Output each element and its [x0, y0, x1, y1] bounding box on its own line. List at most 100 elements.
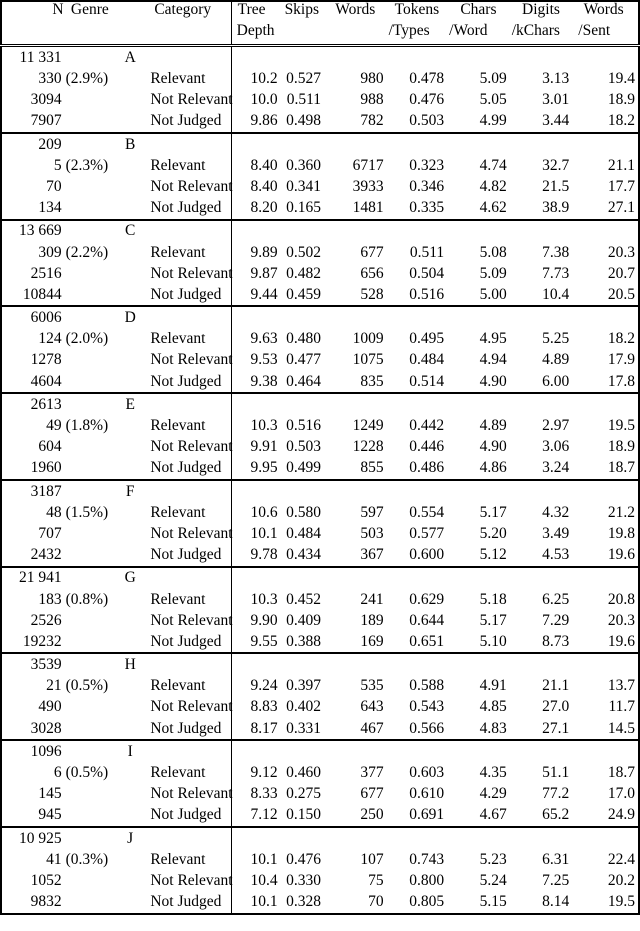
group-total-pct	[63, 825, 117, 849]
genre-group-header-row: 2613 E	[1, 391, 639, 416]
row-words-sent: 17.8	[607, 372, 635, 390]
group-total-n: 11 331	[19, 48, 62, 66]
row-category: Not Judged	[144, 891, 232, 914]
row-words-sent: 19.8	[607, 524, 635, 542]
row-skips: 0.480	[286, 330, 321, 348]
row-genre-empty	[116, 436, 144, 457]
row-tokens-types: 0.577	[409, 524, 445, 542]
row-chars-word: 4.82	[479, 177, 507, 195]
row-skips: 0.402	[286, 698, 321, 716]
row-words-sent: 22.4	[607, 850, 635, 868]
row-digits-kchars: 7.73	[542, 264, 570, 282]
row-skips: 0.434	[286, 546, 321, 564]
group-chars-word	[447, 305, 510, 329]
row-tokens-types: 0.554	[409, 503, 445, 521]
row-category: Not Relevant	[144, 609, 233, 632]
group-words	[324, 478, 387, 502]
group-digits-kchars	[509, 131, 573, 155]
group-category-empty	[144, 391, 232, 416]
row-genre-empty	[116, 89, 144, 110]
row-words-sent: 17.7	[607, 177, 635, 195]
group-words	[324, 391, 387, 416]
group-total-n: 3187	[1, 478, 64, 502]
row-chars-word: 5.05	[479, 91, 507, 109]
group-category-empty	[144, 652, 232, 676]
row-tokens-types: 0.503	[409, 112, 445, 130]
row-n: 70	[46, 177, 62, 195]
row-tree-depth: 10.1	[250, 850, 278, 868]
row-words-sent: 18.9	[607, 438, 635, 456]
genre-group-header-row: 3187 F	[1, 478, 639, 502]
row-category: Not Judged	[144, 197, 232, 220]
group-category-empty	[144, 825, 232, 849]
group-words-sent	[572, 478, 639, 502]
row-skips: 0.476	[286, 850, 321, 868]
row-digits-kchars: 21.5	[542, 177, 570, 195]
row-genre-empty	[116, 675, 144, 696]
row-genre-empty	[116, 197, 144, 219]
row-digits-kchars: 77.2	[542, 785, 570, 803]
row-digits-kchars: 7.38	[542, 243, 570, 261]
group-digits-kchars	[509, 478, 573, 502]
row-words-sent: 19.5	[607, 893, 635, 911]
row-skips: 0.460	[286, 764, 321, 782]
row-tree-depth: 10.1	[250, 524, 278, 542]
group-total-n: 1096	[1, 738, 64, 763]
row-words-sent: 18.2	[607, 330, 635, 348]
header-n: N	[52, 1, 64, 18]
group-tree-depth	[231, 305, 280, 329]
group-skips	[280, 46, 324, 69]
row-genre-empty	[116, 284, 144, 306]
row-genre-empty	[116, 111, 144, 133]
group-digits-kchars	[509, 391, 573, 416]
row-words-sent: 21.1	[607, 156, 635, 174]
row-digits-kchars: 3.49	[542, 524, 570, 542]
row-tree-depth: 10.1	[250, 893, 278, 911]
row-digits-kchars: 3.13	[542, 70, 570, 88]
table-row: 49 (1.8%) Relevant 10.3 0.516 1249 0.442 4.89 2.…	[1, 415, 639, 437]
group-digits-kchars	[510, 46, 573, 69]
row-n: 1960	[30, 459, 62, 477]
row-tree-depth: 9.55	[250, 632, 278, 650]
row-chars-word: 4.62	[479, 199, 507, 217]
row-words: 1009	[352, 330, 384, 348]
row-genre-empty	[116, 523, 144, 544]
group-tree-depth	[231, 565, 280, 589]
row-genre-empty	[116, 849, 144, 870]
group-total-n: 13 669	[1, 218, 64, 242]
row-tree-depth: 9.44	[250, 285, 278, 303]
group-words-sent	[572, 131, 639, 155]
row-n: 49	[46, 417, 62, 435]
row-category: Relevant	[144, 415, 232, 437]
row-digits-kchars: 7.29	[542, 611, 570, 629]
row-digits-kchars: 8.73	[542, 632, 570, 650]
row-words: 189	[360, 611, 384, 629]
row-pct: (2.3%)	[65, 156, 109, 174]
group-tokens-types	[386, 131, 448, 155]
group-skips	[279, 478, 324, 502]
row-skips: 0.511	[286, 91, 321, 109]
row-digits-kchars: 6.25	[542, 590, 570, 608]
group-tokens-types	[386, 565, 448, 589]
row-n: 3028	[30, 719, 62, 737]
table-row: 21 (0.5%) Relevant 9.24 0.397 535 0.588 4.91 21.…	[1, 675, 639, 697]
group-category-empty	[144, 218, 232, 242]
group-chars-word	[447, 218, 510, 242]
row-digits-kchars: 4.53	[542, 546, 570, 564]
row-pct	[64, 610, 116, 631]
row-skips: 0.503	[286, 438, 321, 456]
row-pct	[64, 523, 116, 544]
row-digits-kchars: 6.31	[542, 850, 570, 868]
row-pct	[64, 783, 116, 804]
row-words: 1075	[352, 351, 384, 369]
row-words: 980	[360, 70, 384, 88]
row-tree-depth: 9.90	[250, 611, 278, 629]
row-tokens-types: 0.486	[409, 459, 445, 477]
header-chars-word-sub: /Word	[447, 23, 510, 47]
group-skips	[279, 652, 324, 676]
row-category: Not Relevant	[144, 523, 233, 545]
group-chars-word	[447, 131, 510, 155]
group-total-n: 6006	[1, 305, 64, 329]
row-n: 48	[46, 503, 62, 521]
header-words-sent-sub: /Sent	[572, 23, 639, 47]
